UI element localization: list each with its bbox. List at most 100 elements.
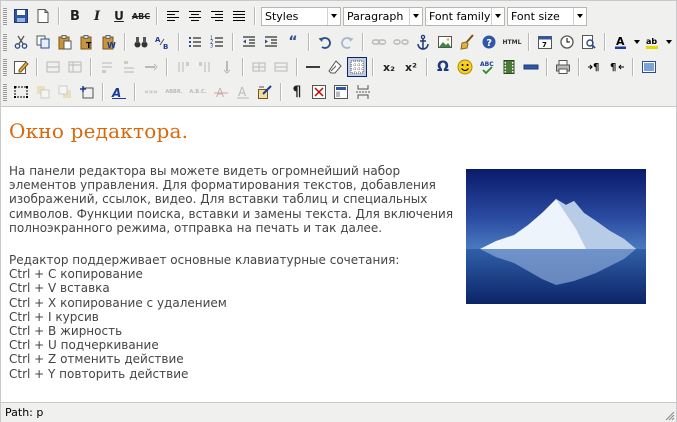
outdent-button[interactable] <box>239 32 259 52</box>
col-after-button[interactable] <box>195 57 215 77</box>
absolute-position-button[interactable] <box>77 82 97 102</box>
help-button[interactable]: ? <box>479 32 499 52</box>
remove-format-button[interactable] <box>325 57 345 77</box>
attributes-button[interactable] <box>255 82 275 102</box>
save-button[interactable] <box>11 6 31 26</box>
row-before-button[interactable] <box>97 57 117 77</box>
separator <box>102 83 104 101</box>
cite-button[interactable]: «»» <box>141 82 161 102</box>
merge-cells-button[interactable] <box>271 57 291 77</box>
insert-date-button[interactable]: 7 <box>535 32 555 52</box>
emoticons-button[interactable] <box>455 57 475 77</box>
replace-button[interactable]: AB <box>153 32 173 52</box>
spellcheck-button[interactable]: ABC <box>477 57 497 77</box>
copy-button[interactable] <box>33 32 53 52</box>
indent-button[interactable] <box>261 32 281 52</box>
strikethrough-button[interactable]: ABC <box>131 6 151 26</box>
anchor-button[interactable] <box>413 32 433 52</box>
svg-text:¶: ¶ <box>610 62 616 73</box>
eraser-icon <box>328 60 342 74</box>
italic-button[interactable]: I <box>87 6 107 26</box>
toolbar-row-3: x₂ x² Ω ABC ¶ ¶ <box>3 55 660 79</box>
delete-col-button[interactable] <box>217 57 237 77</box>
redo-button[interactable] <box>337 32 357 52</box>
styles-select[interactable]: Styles <box>261 6 341 26</box>
numbered-list-button[interactable]: 123 <box>207 32 227 52</box>
merge-cells-icon <box>274 62 288 72</box>
highlight-color-dropdown[interactable] <box>665 32 673 52</box>
ltr-button[interactable]: ¶ <box>585 57 605 77</box>
rtl-button[interactable]: ¶ <box>607 57 627 77</box>
styleprops-button[interactable]: A <box>109 82 129 102</box>
preview-button[interactable] <box>579 32 599 52</box>
visual-chars-button[interactable]: ¶ <box>287 82 307 102</box>
row-after-button[interactable] <box>119 57 139 77</box>
highlight-color-button[interactable]: ab <box>643 32 663 52</box>
image-button[interactable] <box>435 32 455 52</box>
edit-style-button[interactable] <box>11 57 31 77</box>
insert-layer-button[interactable] <box>43 57 63 77</box>
content-area[interactable]: Окно редактора. На панели редактора вы м… <box>1 107 676 401</box>
toolbar-grip <box>3 7 7 25</box>
blockquote-button[interactable]: “ <box>283 32 303 52</box>
help-icon: ? <box>482 35 496 49</box>
font-family-select[interactable]: Font family <box>425 6 505 26</box>
align-left-button[interactable] <box>163 6 183 26</box>
editor: B I U ABC Styles Paragraph Font family F… <box>0 0 677 422</box>
svg-text:B: B <box>163 43 168 50</box>
layer-icon <box>46 61 60 73</box>
bold-button[interactable]: B <box>65 6 85 26</box>
nonbreaking-button[interactable] <box>309 82 329 102</box>
resize-handle-icon[interactable] <box>663 409 675 421</box>
bullet-list-button[interactable] <box>185 32 205 52</box>
align-justify-button[interactable] <box>229 6 249 26</box>
horizontal-rule-button[interactable] <box>303 57 323 77</box>
chevron-down-icon <box>573 7 586 25</box>
subscript-button[interactable]: x₂ <box>379 57 399 77</box>
abbr-button[interactable]: ABBR. <box>163 82 185 102</box>
table-props-button[interactable] <box>65 57 85 77</box>
paste-word-button[interactable]: W <box>99 32 119 52</box>
paste-button[interactable] <box>55 32 75 52</box>
underline-button[interactable]: U <box>109 6 129 26</box>
delete-text-button[interactable]: A <box>211 82 231 102</box>
font-color-dropdown[interactable] <box>633 32 641 52</box>
insert-layer-box-button[interactable] <box>11 82 31 102</box>
col-before-button[interactable] <box>173 57 193 77</box>
visual-aid-button[interactable] <box>347 57 367 77</box>
template-button[interactable] <box>331 82 351 102</box>
align-center-button[interactable] <box>185 6 205 26</box>
media-button[interactable] <box>499 57 519 77</box>
underline-a-icon: A <box>237 85 249 99</box>
fullscreen-button[interactable] <box>639 57 659 77</box>
print-button[interactable] <box>553 57 573 77</box>
insert-time-button[interactable] <box>557 32 577 52</box>
superscript-button[interactable]: x² <box>401 57 421 77</box>
undo-button[interactable] <box>315 32 335 52</box>
cut-button[interactable] <box>11 32 31 52</box>
special-char-button[interactable]: Ω <box>433 57 453 77</box>
move-forward-button[interactable] <box>33 82 53 102</box>
insert-text-button[interactable]: A <box>233 82 253 102</box>
calendar-icon: 7 <box>538 36 552 49</box>
unlink-button[interactable] <box>391 32 411 52</box>
align-right-button[interactable] <box>207 6 227 26</box>
new-document-button[interactable] <box>33 6 53 26</box>
scissors-icon <box>14 35 28 49</box>
delete-row-button[interactable] <box>141 57 161 77</box>
html-source-button[interactable]: HTML <box>501 32 523 52</box>
move-backward-button[interactable] <box>55 82 75 102</box>
font-color-button[interactable]: A <box>611 32 631 52</box>
font-color-icon: A <box>615 35 626 49</box>
chevron-down-icon <box>327 7 340 25</box>
cleanup-button[interactable] <box>457 32 477 52</box>
link-button[interactable] <box>369 32 389 52</box>
font-size-select[interactable]: Font size <box>507 6 587 26</box>
format-select[interactable]: Paragraph <box>343 6 423 26</box>
find-button[interactable] <box>131 32 151 52</box>
pagebreak-button[interactable] <box>353 82 373 102</box>
acronym-button[interactable]: A.B.C. <box>187 82 209 102</box>
paste-text-button[interactable]: T <box>77 32 97 52</box>
split-cells-button[interactable] <box>249 57 269 77</box>
advhr-button[interactable] <box>521 57 541 77</box>
